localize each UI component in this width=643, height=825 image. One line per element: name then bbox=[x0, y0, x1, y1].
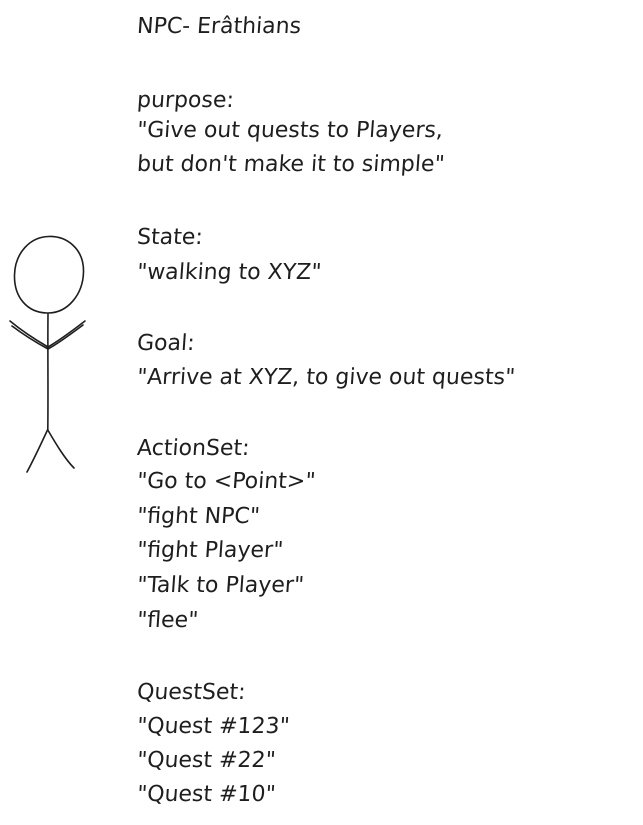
state-heading: State: bbox=[136, 225, 204, 250]
stick-figure-icon bbox=[9, 235, 86, 473]
action-item: "Go to <Point>" bbox=[136, 469, 317, 494]
quest-item: "Quest #123" bbox=[136, 714, 291, 739]
stick-figure-left-arm bbox=[9, 320, 49, 350]
stick-figure-head bbox=[13, 235, 85, 314]
actionset-heading: ActionSet: bbox=[136, 436, 251, 461]
goal-heading: Goal: bbox=[136, 331, 196, 356]
purpose-heading: purpose: bbox=[136, 88, 235, 113]
npc-title: NPC- Erâthians bbox=[136, 14, 302, 39]
stick-figure-right-leg bbox=[47, 429, 75, 469]
stick-figure-right-arm bbox=[47, 320, 86, 350]
npc-notes: NPC- Erâthians purpose: "Give out quests… bbox=[136, 0, 641, 825]
state-line: "walking to XYZ" bbox=[136, 260, 323, 285]
action-item: "flee" bbox=[136, 608, 200, 633]
purpose-line: but don't make it to simple" bbox=[136, 152, 446, 177]
action-item: "fight Player" bbox=[136, 538, 285, 563]
action-item: "Talk to Player" bbox=[136, 573, 305, 598]
questset-heading: QuestSet: bbox=[136, 680, 247, 705]
quest-item: "Quest #10" bbox=[136, 782, 277, 807]
quest-item: "Quest #22" bbox=[136, 748, 277, 773]
action-item: "fight NPC" bbox=[136, 504, 261, 529]
goal-line: "Arrive at XYZ, to give out quests" bbox=[136, 365, 517, 390]
stick-figure-left-leg bbox=[26, 429, 49, 473]
purpose-line: "Give out quests to Players, bbox=[136, 118, 444, 143]
whiteboard-canvas: NPC- Erâthians purpose: "Give out quests… bbox=[0, 0, 643, 825]
